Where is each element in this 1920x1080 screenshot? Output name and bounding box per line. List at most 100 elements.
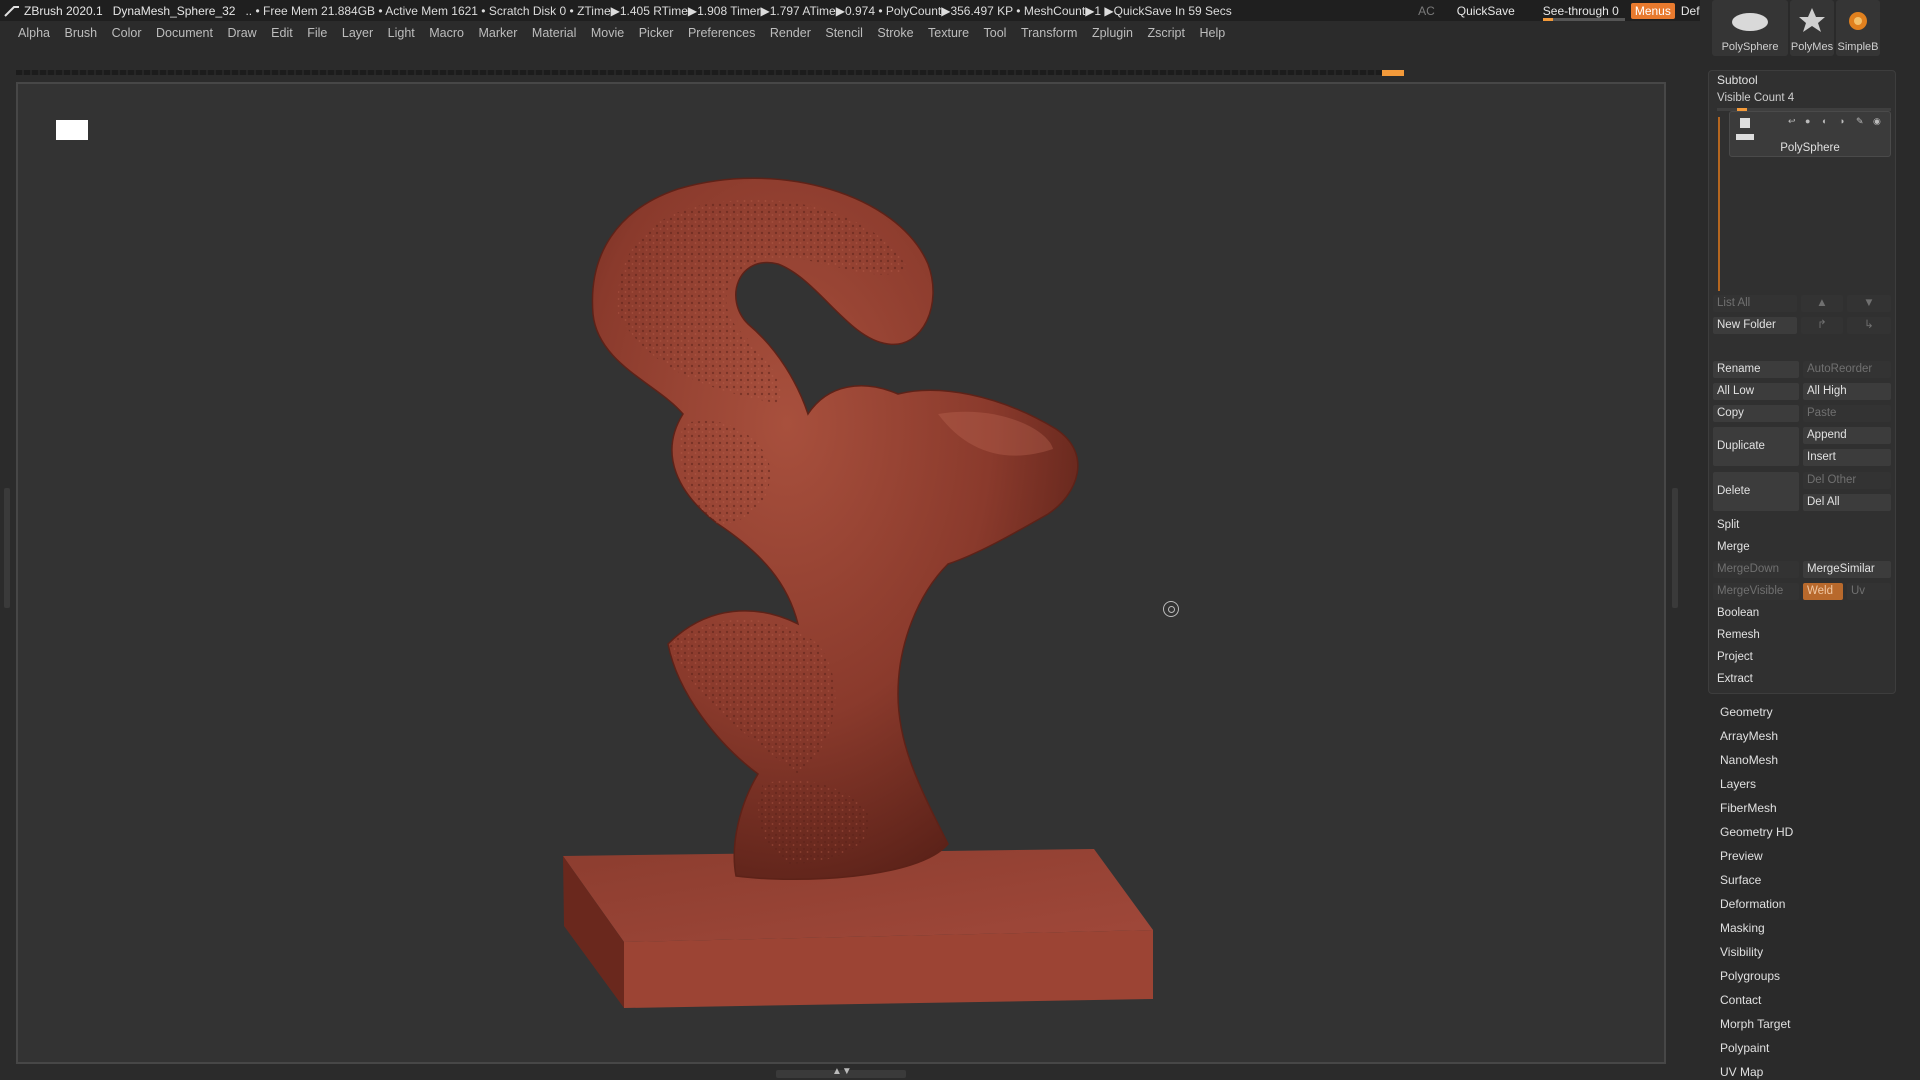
menu-material[interactable]: Material (532, 26, 576, 40)
brush-icon[interactable]: ✎ (1856, 116, 1869, 126)
menu-file[interactable]: File (307, 26, 327, 40)
tool-thumb-polymesh[interactable]: PolyMes (1790, 0, 1834, 56)
section-layers[interactable]: Layers (1708, 772, 1896, 796)
right-tray-handle[interactable] (1672, 488, 1678, 608)
quicksave-button[interactable]: QuickSave (1457, 4, 1515, 18)
menu-movie[interactable]: Movie (591, 26, 624, 40)
autoreorder-button[interactable]: AutoReorder (1803, 361, 1891, 378)
toggle-icon[interactable]: ● (1805, 116, 1818, 126)
menu-picker[interactable]: Picker (639, 26, 674, 40)
del-all-button[interactable]: Del All (1803, 494, 1891, 511)
all-low-button[interactable]: All Low (1713, 383, 1799, 400)
menu-zscript[interactable]: Zscript (1147, 26, 1185, 40)
section-masking[interactable]: Masking (1708, 916, 1896, 940)
del-other-button[interactable]: Del Other (1803, 472, 1891, 489)
menu-alpha[interactable]: Alpha (18, 26, 50, 40)
boolean-section[interactable]: Boolean (1713, 605, 1891, 622)
menu-light[interactable]: Light (388, 26, 415, 40)
menu-color[interactable]: Color (112, 26, 142, 40)
solo-icon[interactable]: ◑ (1839, 116, 1852, 126)
section-visibility[interactable]: Visibility (1708, 940, 1896, 964)
eye-icon[interactable]: ◉ (1873, 116, 1886, 126)
section-deformation[interactable]: Deformation (1708, 892, 1896, 916)
project-section[interactable]: Project (1713, 649, 1891, 666)
left-tray-handle[interactable] (4, 488, 10, 608)
insert-button[interactable]: Insert (1803, 449, 1891, 466)
section-arraymesh[interactable]: ArrayMesh (1708, 724, 1896, 748)
section-fibermesh[interactable]: FiberMesh (1708, 796, 1896, 820)
menu-texture[interactable]: Texture (928, 26, 969, 40)
mergesimilar-button[interactable]: MergeSimilar (1803, 561, 1891, 578)
delete-button[interactable]: Delete (1713, 472, 1799, 511)
zbrush-logo-icon (4, 5, 19, 17)
section-preview[interactable]: Preview (1708, 844, 1896, 868)
remesh-section[interactable]: Remesh (1713, 627, 1891, 644)
menu-preferences[interactable]: Preferences (688, 26, 755, 40)
menu-tool[interactable]: Tool (984, 26, 1007, 40)
menu-marker[interactable]: Marker (479, 26, 518, 40)
subtool-scroll-line[interactable] (1718, 117, 1720, 291)
move-up-button[interactable]: ▲ (1801, 295, 1843, 312)
paste-button[interactable]: Paste (1803, 405, 1891, 422)
folder-up-button[interactable]: ↱ (1801, 317, 1843, 334)
bottom-tray-handle[interactable]: ▲▼ (776, 1066, 906, 1078)
menu-document[interactable]: Document (156, 26, 213, 40)
mergevisible-button[interactable]: MergeVisible (1713, 583, 1799, 600)
see-through-slider[interactable]: See-through 0 (1542, 4, 1625, 21)
section-uv-map[interactable]: UV Map (1708, 1060, 1896, 1080)
menu-draw[interactable]: Draw (228, 26, 257, 40)
section-polygroups[interactable]: Polygroups (1708, 964, 1896, 988)
perspective-icon[interactable] (56, 120, 88, 140)
section-geometry[interactable]: Geometry (1708, 700, 1896, 724)
all-high-button[interactable]: All High (1803, 383, 1891, 400)
move-down-button[interactable]: ▼ (1847, 295, 1891, 312)
menus-toggle[interactable]: Menus (1630, 2, 1675, 19)
section-contact[interactable]: Contact (1708, 988, 1896, 1012)
tool-thumb-polysphere[interactable]: PolySphere (1712, 0, 1788, 56)
folder-down-button[interactable]: ↳ (1847, 317, 1891, 334)
subtool-panel: Subtool Visible Count 4 ↩ ● ◐ ◑ ✎ ◉ Poly… (1708, 70, 1896, 694)
tool-thumb-simplebrush[interactable]: SimpleB (1836, 0, 1880, 56)
arrow-icon[interactable]: ↩ (1788, 116, 1801, 126)
section-geometry-hd[interactable]: Geometry HD (1708, 820, 1896, 844)
section-nanomesh[interactable]: NanoMesh (1708, 748, 1896, 772)
ac-toggle[interactable]: AC (1418, 4, 1435, 18)
canvas-viewport[interactable] (16, 82, 1666, 1064)
subtool-item-polysphere[interactable]: ↩ ● ◐ ◑ ✎ ◉ PolySphere (1729, 111, 1891, 157)
split-section[interactable]: Split (1713, 517, 1891, 534)
new-folder-button[interactable]: New Folder (1713, 317, 1797, 334)
menu-stencil[interactable]: Stencil (825, 26, 863, 40)
subtool-title[interactable]: Subtool (1717, 73, 1758, 87)
menu-render[interactable]: Render (770, 26, 811, 40)
append-button[interactable]: Append (1803, 427, 1891, 444)
copy-button[interactable]: Copy (1713, 405, 1799, 422)
blend-icon[interactable]: ◐ (1822, 116, 1835, 126)
tool-thumb-label: SimpleB (1837, 41, 1879, 53)
subtool-item-name: PolySphere (1780, 142, 1840, 154)
rename-button[interactable]: Rename (1713, 361, 1799, 378)
merge-section[interactable]: Merge (1713, 539, 1891, 556)
mergedown-button[interactable]: MergeDown (1713, 561, 1799, 578)
list-all-button[interactable]: List All (1713, 295, 1797, 312)
status-stats: .. • Free Mem 21.884GB • Active Mem 1621… (245, 3, 1232, 18)
menu-layer[interactable]: Layer (342, 26, 373, 40)
uv-toggle[interactable]: Uv (1847, 583, 1891, 600)
tool-thumb-label: PolyMes (1790, 41, 1834, 53)
section-morph-target[interactable]: Morph Target (1708, 1012, 1896, 1036)
visible-count-slider[interactable]: Visible Count 4 (1717, 92, 1794, 104)
menu-bar: Alpha Brush Color Document Draw Edit Fil… (0, 21, 1700, 45)
duplicate-button[interactable]: Duplicate (1713, 427, 1799, 466)
section-polypaint[interactable]: Polypaint (1708, 1036, 1896, 1060)
menu-stroke[interactable]: Stroke (877, 26, 913, 40)
menu-zplugin[interactable]: Zplugin (1092, 26, 1133, 40)
weld-toggle[interactable]: Weld (1803, 583, 1843, 600)
menu-transform[interactable]: Transform (1021, 26, 1078, 40)
section-surface[interactable]: Surface (1708, 868, 1896, 892)
menu-brush[interactable]: Brush (64, 26, 97, 40)
menu-macro[interactable]: Macro (429, 26, 464, 40)
progress-marker (1382, 70, 1404, 76)
menu-edit[interactable]: Edit (271, 26, 293, 40)
extract-section[interactable]: Extract (1713, 671, 1891, 688)
tool-sections-list: Geometry ArrayMesh NanoMesh Layers Fiber… (1708, 700, 1896, 1080)
menu-help[interactable]: Help (1199, 26, 1225, 40)
